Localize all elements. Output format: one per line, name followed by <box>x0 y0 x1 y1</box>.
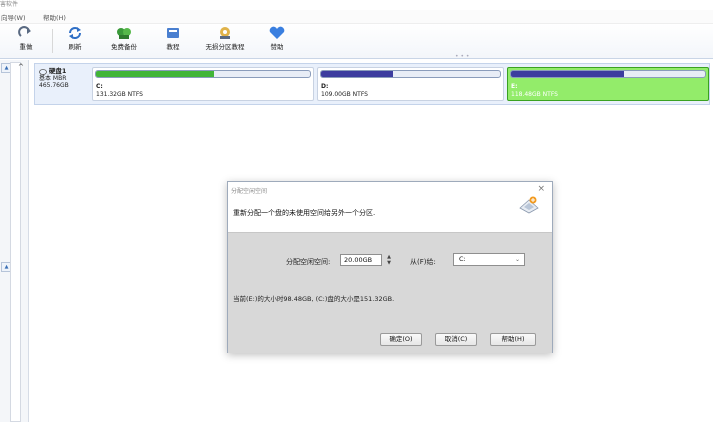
partition-e-usage-bar <box>510 70 706 78</box>
redo-button[interactable]: 重做 <box>13 26 39 56</box>
lossless-partition-tutorial-button[interactable]: 无损分区教程 <box>198 26 252 56</box>
tutorial-button[interactable]: 教程 <box>162 26 184 56</box>
menu-item-help[interactable]: 帮助(H) <box>43 12 66 22</box>
toolbar: 重做 刷新 免费备份 教程 无损分区教程 赞助 <box>0 24 713 59</box>
partition-d-name: D: <box>321 83 329 90</box>
size-summary: 当前(E:)的大小时98.48GB, (C:)盘的大小是151.32GB. <box>233 295 395 303</box>
ok-button[interactable]: 确定(O) <box>380 333 422 346</box>
partition-e-info: 118.48GB NTFS <box>511 91 558 98</box>
disk-info: 硬盘1 基本 MBR 465.76GB <box>39 67 89 90</box>
lossless-partition-tutorial-label: 无损分区教程 <box>205 43 245 51</box>
heart-icon <box>269 26 285 39</box>
dialog-heading: 重新分配一个盘的未使用空间给另外一个分区. <box>233 209 376 217</box>
partition-tutorial-icon <box>220 27 230 39</box>
disk-name: 硬盘1 <box>48 67 67 75</box>
refresh-icon <box>69 27 81 39</box>
refresh-button[interactable]: 刷新 <box>62 26 88 56</box>
partition-d-usage-fill <box>321 71 393 77</box>
menu-bar: 向导(W) 帮助(H) <box>0 10 713 24</box>
sponsor-button[interactable]: 赞助 <box>266 26 288 56</box>
help-button[interactable]: 帮助(H) <box>490 333 536 346</box>
partition-c[interactable]: C: 131.32GB NTFS <box>92 67 314 101</box>
refresh-label: 刷新 <box>68 43 82 51</box>
from-label: 从(F)给: <box>410 258 436 266</box>
redo-label: 重做 <box>19 43 33 51</box>
close-icon[interactable]: × <box>537 184 545 194</box>
chevron-down-icon: ⌄ <box>514 256 520 263</box>
disk-row[interactable]: 硬盘1 基本 MBR 465.76GB C: 131.32GB NTFS D: … <box>34 63 710 105</box>
partition-c-usage-fill <box>96 71 214 77</box>
partition-d-usage-bar <box>320 70 501 78</box>
disk-icon <box>39 68 47 75</box>
partition-e[interactable]: E: 118.48GB NTFS <box>507 67 709 101</box>
disk-size: 465.76GB <box>39 82 69 89</box>
allocate-space-label: 分配空闲空间: <box>286 258 331 266</box>
splitter-handle[interactable]: • • • <box>455 54 471 60</box>
menu-item-wizard[interactable]: 向导(W) <box>1 12 26 22</box>
allocate-space-stepper[interactable]: ▲ ▼ <box>385 254 393 266</box>
sponsor-label: 赞助 <box>270 43 284 51</box>
partition-d[interactable]: D: 109.00GB NTFS <box>317 67 504 101</box>
toolbar-separator <box>52 29 53 53</box>
partition-c-usage-bar <box>95 70 311 78</box>
disk-type: 基本 MBR <box>39 75 67 82</box>
allocate-free-space-dialog: 分配空闲空间 × 重新分配一个盘的未使用空间给另外一个分区. 分配空闲空间: 2… <box>227 181 553 353</box>
free-backup-label: 免费备份 <box>111 43 137 51</box>
from-partition-value: C: <box>459 255 466 263</box>
cancel-button[interactable]: 取消(C) <box>435 333 477 346</box>
partition-d-info: 109.00GB NTFS <box>321 91 368 98</box>
scroll-up-arrow[interactable]: ^ <box>18 63 24 71</box>
partition-e-name: E: <box>511 83 518 90</box>
dialog-title: 分配空闲空间 <box>231 188 268 195</box>
partition-c-name: C: <box>96 83 103 90</box>
dialog-body: 分配空闲空间: 20.00GB ▲ ▼ 从(F)给: C: ⌄ 当前(E:)的大小… <box>228 232 552 353</box>
sidebar-panel <box>10 62 21 422</box>
partition-c-info: 131.32GB NTFS <box>96 91 143 98</box>
reallocate-icon <box>518 196 540 216</box>
from-partition-select[interactable]: C: ⌄ <box>453 253 525 266</box>
free-backup-button[interactable]: 免费备份 <box>104 26 144 56</box>
redo-icon <box>18 26 31 37</box>
app-title: 害软件 <box>0 1 19 8</box>
allocate-space-input[interactable]: 20.00GB <box>340 254 382 266</box>
partition-e-usage-fill <box>511 71 624 77</box>
backup-icon <box>117 28 131 39</box>
tutorial-label: 教程 <box>166 43 180 51</box>
book-icon <box>167 28 179 38</box>
